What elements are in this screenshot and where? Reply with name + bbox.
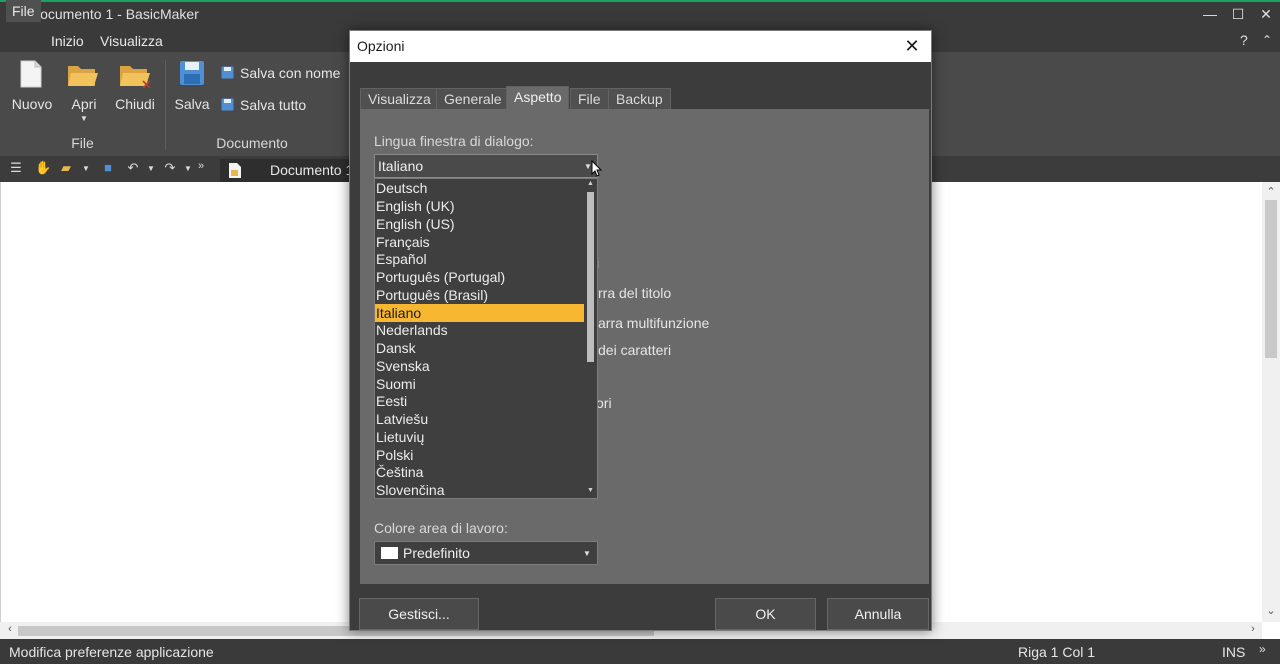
list-item[interactable]: Português (Brasil) [375, 286, 584, 304]
save-all-icon [221, 98, 234, 111]
list-item[interactable]: Português (Portugal) [375, 268, 584, 286]
list-item[interactable]: Español [375, 250, 584, 268]
new-button[interactable]: Nuovo [10, 56, 54, 122]
manage-button[interactable]: Gestisci... [359, 598, 479, 630]
save-all-label: Salva tutto [240, 97, 307, 113]
status-more-icon[interactable]: » [1259, 642, 1266, 656]
ribbon-group-file: File [71, 135, 94, 151]
list-item[interactable]: Eesti [375, 392, 584, 410]
list-item[interactable]: Polski [375, 446, 584, 464]
new-document-icon [20, 60, 42, 88]
hidden-option-3: arra multifunzione [598, 315, 710, 331]
close-button[interactable]: ✕ [1250, 4, 1280, 24]
help-icon[interactable]: ? [1240, 32, 1248, 48]
ribbon-group-document: Documento [216, 135, 288, 151]
save-small-icon[interactable]: ■ [100, 160, 116, 176]
open-button-label: Apri [71, 96, 97, 112]
list-scroll-thumb[interactable] [587, 192, 594, 362]
list-item[interactable]: Lietuvių [375, 428, 584, 446]
document-icon [229, 163, 241, 178]
new-button-label: Nuovo [11, 96, 53, 112]
list-item[interactable]: English (UK) [375, 197, 584, 215]
list-item[interactable]: English (US) [375, 215, 584, 233]
dialog-close-icon[interactable]: ✕ [900, 36, 924, 56]
save-button[interactable]: Salva [172, 56, 212, 122]
tab-aspetto[interactable]: Aspetto [506, 86, 570, 110]
save-as-label: Salva con nome [240, 65, 341, 81]
workspace-color-arrow-icon[interactable]: ▼ [583, 549, 591, 558]
vertical-scroll-thumb[interactable] [1265, 200, 1277, 358]
chevron-down-icon: ▼ [80, 114, 88, 123]
dialog-titlebar [350, 31, 931, 62]
scroll-left-icon[interactable]: ‹ [3, 623, 17, 635]
status-insert-mode[interactable]: INS [1222, 644, 1245, 660]
workspace-color-label: Colore area di lavoro: [374, 520, 508, 536]
open-folder-icon[interactable]: ▰ [58, 160, 74, 176]
folder-open-icon [68, 66, 98, 86]
hand-icon[interactable]: ✋ [35, 160, 51, 176]
list-item[interactable]: Nederlands [375, 321, 584, 339]
menu-lines-icon[interactable]: ☰ [8, 160, 24, 176]
dialog-title: Opzioni [357, 38, 405, 54]
list-item[interactable]: Slovenčina [375, 481, 584, 499]
folder-close-icon [120, 66, 151, 89]
collapse-ribbon-icon[interactable]: ⌃ [1262, 33, 1272, 47]
list-item[interactable]: Svenska [375, 357, 584, 375]
redo-icon[interactable]: ↷ [162, 160, 178, 176]
tab-generale[interactable]: Generale [436, 88, 510, 109]
close-document-label: Chiudi [115, 96, 155, 112]
tab-visualizza[interactable]: Visualizza [360, 88, 439, 109]
language-combo-value: Italiano [378, 158, 424, 174]
list-item[interactable]: Deutsch [375, 179, 584, 197]
list-item[interactable]: Français [375, 233, 584, 251]
undo-icon[interactable]: ↶ [125, 160, 141, 176]
list-item[interactable]: Suomi [375, 375, 584, 393]
open-button[interactable]: Apri ▼ [64, 56, 104, 126]
save-all-button[interactable]: Salva tutto [218, 96, 318, 116]
tab-backup[interactable]: Backup [608, 88, 671, 109]
scroll-down-icon[interactable]: ⌄ [1264, 604, 1278, 617]
ok-button[interactable]: OK [715, 598, 816, 630]
menu-file[interactable]: File [6, 0, 41, 22]
undo-dropdown-icon[interactable]: ▼ [143, 161, 159, 177]
scroll-right-icon[interactable]: › [1246, 623, 1260, 635]
window-title: Documento 1 - BasicMaker [30, 6, 199, 22]
list-scroll-down-icon[interactable]: ▼ [587, 487, 594, 494]
mouse-cursor-icon [591, 160, 603, 177]
open-dropdown-icon[interactable]: ▼ [78, 161, 94, 177]
menu-visualizza[interactable]: Visualizza [94, 30, 169, 52]
save-button-label: Salva [174, 96, 210, 112]
hidden-option-2: rra del titolo [598, 285, 672, 301]
hidden-option-5: ori [596, 395, 612, 411]
more-icon[interactable]: » [193, 158, 209, 174]
cancel-button[interactable]: Annulla [827, 598, 929, 630]
status-position: Riga 1 Col 1 [1018, 644, 1096, 660]
workspace-color-value: Predefinito [403, 545, 470, 561]
workspace-color-swatch [381, 547, 398, 559]
list-item[interactable]: Čeština [375, 463, 584, 481]
save-as-button[interactable]: Salva con nome [218, 64, 343, 84]
hidden-option-4: dei caratteri [598, 342, 672, 358]
list-item[interactable]: Dansk [375, 339, 584, 357]
list-item-selected[interactable]: Italiano [375, 304, 584, 322]
tab-file[interactable]: File [570, 88, 609, 109]
list-item[interactable]: Latviešu [375, 410, 584, 428]
close-document-button[interactable]: Chiudi [112, 56, 158, 122]
list-scroll-up-icon[interactable]: ▲ [587, 180, 594, 187]
scroll-up-icon[interactable]: ⌃ [1264, 185, 1278, 198]
save-disk-icon [180, 61, 204, 85]
document-tab-label: Documento 1 [270, 162, 354, 178]
language-label: Lingua finestra di dialogo: [374, 133, 534, 149]
menu-inizio[interactable]: Inizio [45, 30, 90, 52]
status-message: Modifica preferenze applicazione [9, 644, 214, 660]
save-as-icon [221, 66, 234, 79]
